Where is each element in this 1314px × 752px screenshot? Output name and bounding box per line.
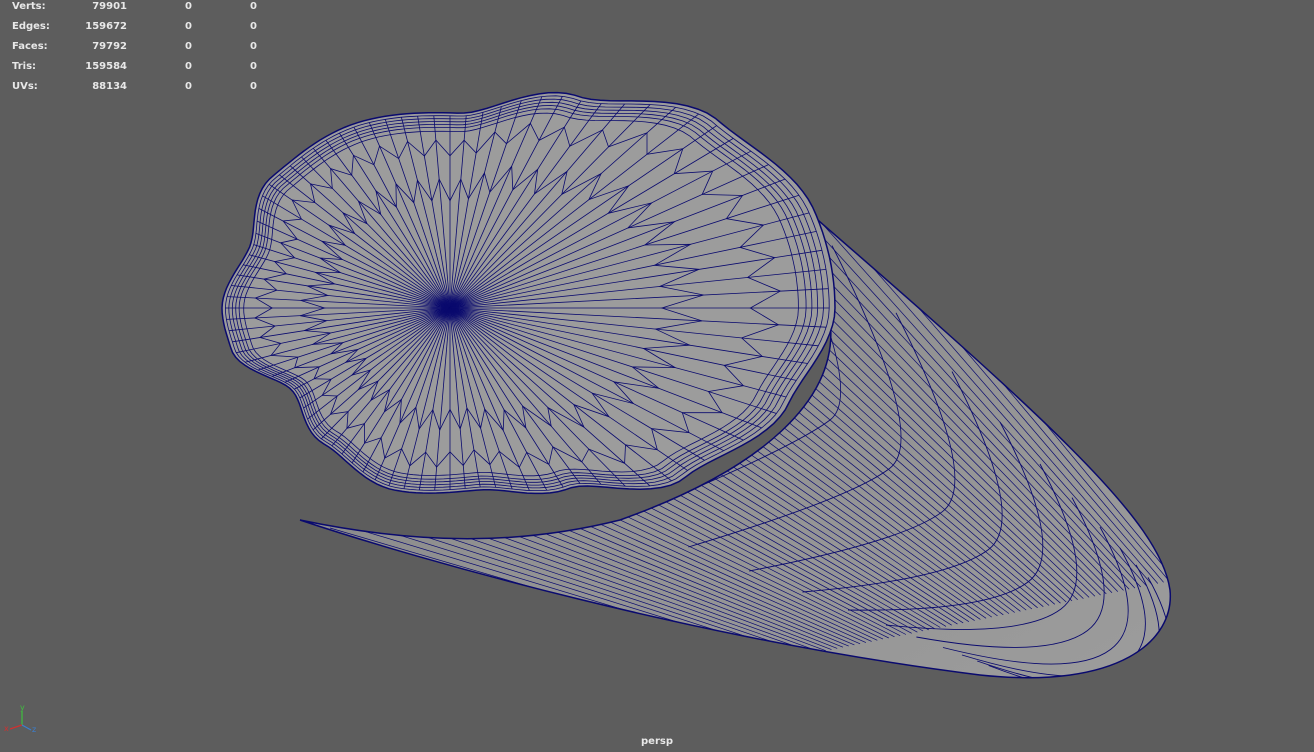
hud-total: 79901 — [92, 1, 127, 12]
hud-selected: 0 — [185, 21, 192, 32]
mesh-cap[interactable] — [221, 91, 836, 495]
z-axis-label: z — [32, 725, 36, 734]
hud-extra: 0 — [250, 21, 257, 32]
hud-extra: 0 — [250, 81, 257, 92]
hud-label: Verts: — [12, 1, 46, 12]
hud-extra: 0 — [250, 1, 257, 12]
hud-label: UVs: — [12, 81, 38, 92]
hud-total: 88134 — [92, 81, 127, 92]
hud-label: Tris: — [12, 61, 37, 72]
hud-selected: 0 — [185, 61, 192, 72]
x-axis-line — [9, 724, 23, 730]
hud-total: 159672 — [85, 21, 127, 32]
hud-selected: 0 — [185, 41, 192, 52]
hud-extra: 0 — [250, 61, 257, 72]
hud-label: Edges: — [12, 21, 50, 32]
view-axis-gizmo: y x z — [4, 703, 36, 734]
hud-label: Faces: — [12, 41, 48, 52]
y-axis-label: y — [20, 703, 25, 712]
hud-extra: 0 — [250, 41, 257, 52]
hud-total: 79792 — [92, 41, 127, 52]
hud-total: 159584 — [85, 61, 127, 72]
z-axis-line — [21, 724, 32, 731]
hud-selected: 0 — [185, 1, 192, 12]
hud-selected: 0 — [185, 81, 192, 92]
camera-name-label: persp — [641, 736, 673, 747]
x-axis-label: x — [4, 724, 9, 733]
viewport-canvas[interactable] — [0, 0, 1314, 752]
